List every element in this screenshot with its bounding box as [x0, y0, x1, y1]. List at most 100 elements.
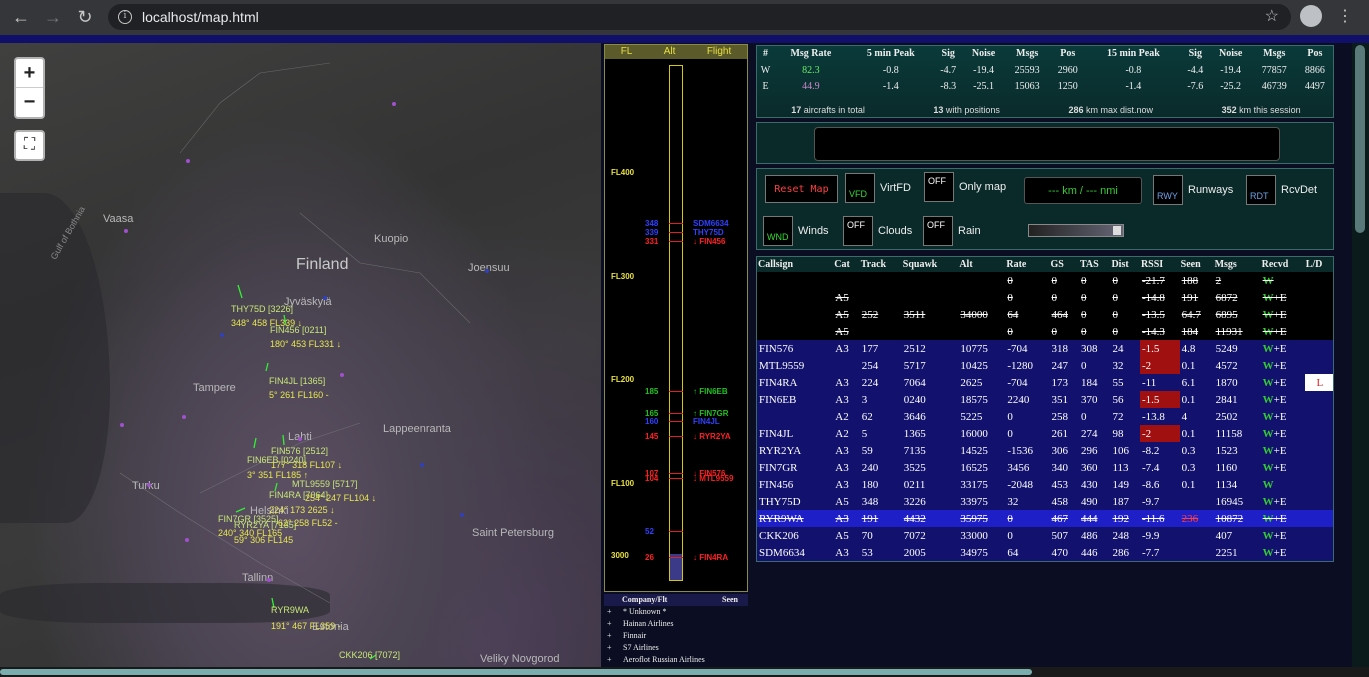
flight-header-cell[interactable]: Track [860, 257, 902, 272]
recvd-cell[interactable]: W+E [1260, 493, 1305, 510]
flight-cell[interactable]: 14525 [958, 442, 1006, 459]
flight-cell[interactable] [958, 272, 1006, 289]
reload-icon[interactable]: ↻ [74, 6, 96, 28]
flight-cell[interactable]: -1.5 [1139, 391, 1180, 408]
map-place-label[interactable]: Finland [296, 256, 348, 274]
flight-cell[interactable]: A5 [833, 527, 860, 544]
flight-cell[interactable]: 18575 [958, 391, 1006, 408]
flight-cell[interactable] [1304, 544, 1333, 561]
stats-summary-text[interactable]: km max dist.now [1084, 105, 1153, 115]
flight-cell[interactable] [757, 323, 834, 340]
flight-cell[interactable] [757, 306, 834, 323]
stats-summary-text[interactable]: aircrafts in total [801, 105, 865, 115]
stats-summary-number[interactable]: 286 [1069, 105, 1084, 115]
browser-menu-icon[interactable]: ⋮ [1337, 7, 1353, 27]
flight-cell[interactable]: -21.7 [1139, 272, 1180, 289]
aircraft-map-label[interactable]: 5° 261 FL160 - [269, 390, 329, 401]
stats-summary-number[interactable]: 17 [791, 105, 801, 115]
flight-cell[interactable]: 430 [1079, 476, 1111, 493]
altitude-value[interactable]: 145 [645, 432, 658, 441]
stats-summary-text[interactable]: with positions [943, 105, 1000, 115]
flight-cell[interactable]: 191 [859, 510, 902, 527]
flight-cell[interactable]: -704 [1005, 374, 1050, 391]
flight-cell[interactable]: A2 [833, 408, 860, 425]
flight-cell[interactable]: 247 [1049, 357, 1079, 374]
flight-cell[interactable]: 0 [1079, 408, 1111, 425]
flight-cell[interactable]: 188 [1179, 272, 1214, 289]
stats-header-cell[interactable]: Msg Rate [774, 46, 848, 62]
flight-cell[interactable]: 0.3 [1179, 459, 1214, 476]
flight-cell[interactable]: 0211 [901, 476, 959, 493]
stats-header-cell[interactable]: Pos [1050, 46, 1086, 62]
flight-cell[interactable]: 470 [1049, 544, 1079, 561]
flight-cell[interactable]: 4432 [901, 510, 959, 527]
flight-cell[interactable] [1304, 527, 1333, 544]
stats-header-cell[interactable]: Sig [1181, 46, 1210, 62]
company-row[interactable]: + Aeroflot Russian Airlines [604, 654, 748, 666]
recvd-cell[interactable]: W+E [1260, 306, 1305, 323]
flight-cell[interactable] [1304, 442, 1333, 459]
altitude-tick[interactable] [669, 531, 683, 532]
flight-cell[interactable]: THY75D [757, 493, 834, 510]
flight-cell[interactable]: 113 [1110, 459, 1140, 476]
company-row[interactable]: + Hainan Airlines [604, 618, 748, 630]
flight-cell[interactable]: FIN576 [757, 340, 834, 357]
flight-cell[interactable]: A5 [833, 306, 860, 323]
scroll-thumb[interactable] [1355, 45, 1365, 233]
flight-cell[interactable]: -1536 [1005, 442, 1050, 459]
map-place-label[interactable]: Vaasa [103, 213, 133, 225]
back-arrow-icon[interactable]: ← [10, 6, 32, 28]
flight-row[interactable]: RYR2YA A3 59 7135 14525 -1536 306 296 106 -8.2 0.3… [757, 442, 1333, 459]
stats-cell[interactable]: -7.6 [1181, 78, 1210, 94]
stats-header-cell[interactable]: Noise [962, 46, 1004, 62]
flight-header-cell[interactable]: L/D [1305, 257, 1333, 272]
stats-cell[interactable]: -19.4 [962, 62, 1004, 78]
flight-cell[interactable]: 7064 [901, 374, 959, 391]
only-map-toggle[interactable]: OFF Only map [924, 172, 1006, 202]
flight-cell[interactable]: -704 [1005, 340, 1050, 357]
flight-cell[interactable]: 2625 [958, 374, 1006, 391]
altitude-flight-label[interactable]: THY75D [693, 228, 724, 237]
stats-cell[interactable]: W [757, 62, 774, 78]
flight-cell[interactable]: FIN4JL [757, 425, 834, 442]
flight-cell[interactable]: 2240 [1005, 391, 1050, 408]
flight-row[interactable]: CKK206 A5 70 7072 33000 0 507 486 248 -9.9 407 W+E [757, 527, 1333, 544]
flight-cell[interactable] [1304, 476, 1333, 493]
flight-cell[interactable]: FIN6EB [757, 391, 834, 408]
flight-cell[interactable] [757, 272, 834, 289]
flight-cell[interactable]: -13.5 [1139, 306, 1180, 323]
flight-cell[interactable]: 407 [1213, 527, 1261, 544]
stats-cell[interactable]: -0.8 [1086, 62, 1181, 78]
recvd-cell[interactable]: W+E [1260, 442, 1305, 459]
flight-cell[interactable] [901, 272, 959, 289]
rcvdet-toggle[interactable]: RDT RcvDet [1246, 175, 1317, 205]
winds-toggle[interactable]: WND Winds [763, 216, 829, 246]
stats-cell[interactable]: -4.7 [934, 62, 963, 78]
company-name[interactable]: Aeroflot Russian Airlines [623, 654, 705, 666]
stats-header-cell[interactable]: # [757, 46, 774, 62]
recvd-cell[interactable]: W+E [1260, 357, 1305, 374]
altitude-tick[interactable] [669, 557, 683, 558]
recvd-cell[interactable]: W+E [1260, 408, 1305, 425]
flight-cell[interactable]: RYR2YA [757, 442, 834, 459]
flight-cell[interactable]: 296 [1079, 442, 1111, 459]
flight-cell[interactable]: 236 [1179, 510, 1214, 527]
recvd-cell[interactable]: W+E [1260, 425, 1305, 442]
recvd-e[interactable]: +E [1274, 394, 1287, 406]
flight-level-label[interactable]: FL100 [611, 479, 634, 488]
recvd-e[interactable]: +E [1274, 547, 1287, 559]
stats-cell[interactable]: 4497 [1297, 78, 1333, 94]
flight-header-cell[interactable]: Recvd [1261, 257, 1305, 272]
flight-cell[interactable]: 351 [1049, 391, 1079, 408]
recvd-cell[interactable]: W+E [1260, 340, 1305, 357]
company-name[interactable]: S7 Airlines [623, 642, 659, 654]
flight-cell[interactable]: A3 [833, 340, 860, 357]
stats-cell[interactable]: -19.4 [1210, 62, 1252, 78]
flight-cell[interactable] [901, 323, 959, 340]
flight-cell[interactable]: 3511 [901, 306, 959, 323]
flight-cell[interactable]: 2251 [1213, 544, 1261, 561]
flight-cell[interactable]: 286 [1110, 544, 1140, 561]
flight-header-cell[interactable]: TAS [1079, 257, 1110, 272]
flight-cell[interactable] [1304, 391, 1333, 408]
recvd-e[interactable]: +E [1274, 530, 1287, 542]
